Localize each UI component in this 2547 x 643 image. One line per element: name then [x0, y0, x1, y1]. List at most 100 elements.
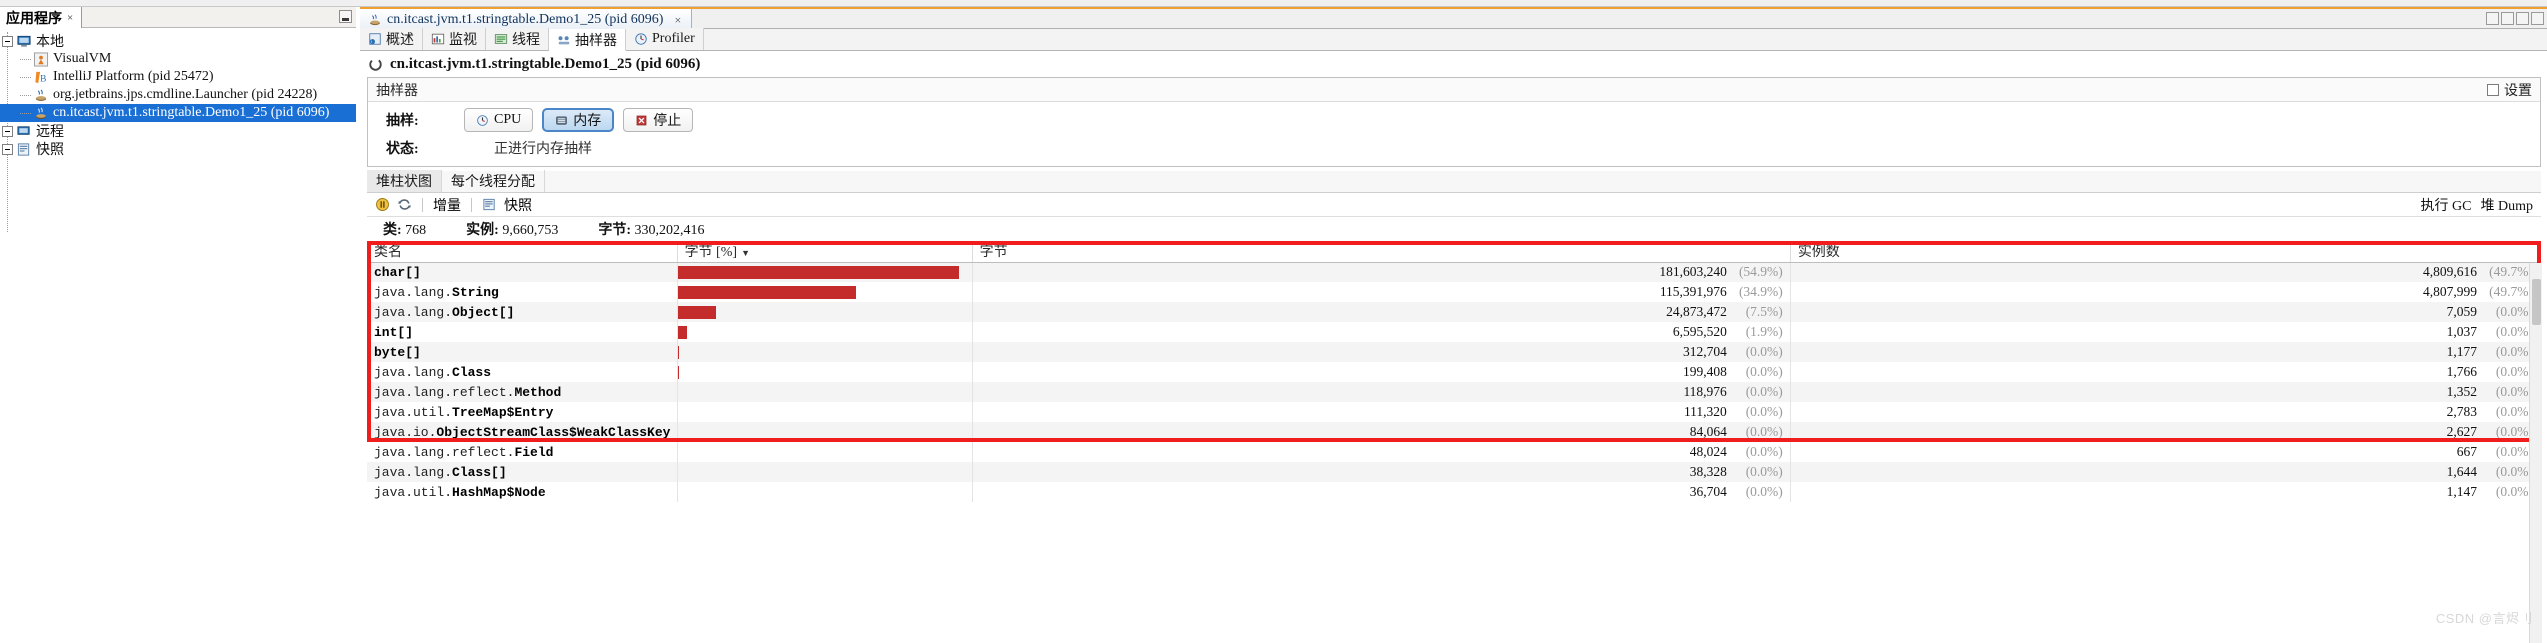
delta-button[interactable]: 增量	[433, 195, 461, 215]
col-instances[interactable]: 实例数	[1790, 241, 2542, 263]
cell-instances: 4,807,999 (49.7%)	[1790, 282, 2542, 302]
tree-node-remote-label: 远程	[36, 125, 64, 140]
table-row[interactable]: int[] 6,595,520 (1.9%) 1,037 (0.0%)	[367, 322, 2542, 342]
intellij-icon: B	[35, 71, 46, 84]
col-bytes[interactable]: 字节	[972, 241, 1791, 263]
collapse-icon[interactable]	[2, 35, 13, 47]
histogram-toolbar-right: 执行 GC 堆 Dump	[2421, 195, 2533, 215]
applications-tree[interactable]: 本地 VisualVM B IntelliJ Platform (pid 254…	[0, 28, 356, 232]
bytes-bar	[677, 345, 679, 359]
histogram-table[interactable]: 类名 字节 [%] ▼ 字节 实例数 char[] 181,603,240 (54.9…	[367, 241, 2542, 502]
cell-bytes: 111,320 (0.0%)	[972, 402, 1791, 422]
close-icon[interactable]: ×	[67, 12, 73, 24]
cell-class-name: char[]	[367, 262, 678, 282]
table-row[interactable]: java.lang.Object[] 24,873,472 (7.5%) 7,059(…	[367, 302, 2542, 322]
java-icon	[35, 107, 47, 119]
table-body[interactable]: char[] 181,603,240 (54.9%) 4,809,616 (49.7%)…	[367, 262, 2542, 502]
tab-per-thread-allocation[interactable]: 每个线程分配	[442, 170, 545, 192]
cell-instances: 1,352 (0.0%)	[1790, 382, 2542, 402]
classes-stat: 类: 768	[383, 219, 426, 239]
collapse-icon[interactable]	[2, 143, 13, 155]
tree-node-jps-launcher-label: org.jetbrains.jps.cmdline.Launcher (pid …	[53, 87, 318, 102]
tree-node-demo1-25[interactable]: cn.itcast.jvm.t1.stringtable.Demo1_25 (p…	[0, 104, 356, 122]
snapshot-button[interactable]: 快照	[504, 195, 532, 215]
tab-per-thread-allocation-label: 每个线程分配	[451, 175, 535, 190]
table-row[interactable]: java.util.HashMap$Node 36,704 (0.0%) 1,147(…	[367, 482, 2542, 502]
tree-node-intellij[interactable]: B IntelliJ Platform (pid 25472)	[0, 68, 356, 86]
toolbar-divider	[422, 197, 423, 212]
result-view-tabs[interactable]: 堆柱状图 每个线程分配	[367, 170, 2541, 193]
settings-label: 设置	[2504, 83, 2532, 99]
settings-toggle[interactable]: 设置	[2487, 80, 2532, 100]
col-class-name[interactable]: 类名	[367, 241, 678, 263]
view-tabs[interactable]: i 概述 监视 线程 抽样器 Profiler	[360, 28, 2547, 51]
classes-stat-value: 768	[405, 223, 427, 238]
memory-sampling-button[interactable]: 内存	[542, 108, 615, 132]
refresh-icon[interactable]	[397, 197, 412, 212]
tab-sampler-label: 抽样器	[575, 33, 617, 49]
tree-node-snapshots[interactable]: 快照	[0, 140, 356, 158]
close-icon[interactable]: ×	[674, 13, 681, 28]
stop-sampling-label: 停止	[653, 114, 682, 129]
collapse-icon[interactable]	[2, 125, 13, 137]
tab-monitor-label: 监视	[449, 33, 477, 48]
cell-bytes-bar	[677, 262, 973, 282]
cell-bytes-bar	[677, 302, 973, 322]
tree-node-jps-launcher[interactable]: org.jetbrains.jps.cmdline.Launcher (pid …	[0, 86, 356, 104]
cpu-sampling-button[interactable]: CPU	[464, 108, 534, 132]
table-scrollbar[interactable]	[2529, 263, 2542, 643]
tab-list-icon[interactable]	[2516, 12, 2529, 25]
tab-applications[interactable]: 应用程序 ×	[0, 7, 83, 28]
table-row[interactable]: java.lang.String 115,391,976 (34.9%) 4,807,…	[367, 282, 2542, 302]
maximize-icon[interactable]	[2531, 12, 2544, 25]
col-bytes-pct[interactable]: 字节 [%] ▼	[677, 241, 973, 263]
java-icon	[35, 89, 47, 101]
table-row[interactable]: java.util.TreeMap$Entry 111,320 (0.0%) 2,78…	[367, 402, 2542, 422]
scroll-right-icon[interactable]	[2501, 12, 2514, 25]
cell-bytes-bar	[677, 462, 973, 482]
perform-gc-button[interactable]: 执行 GC	[2421, 195, 2472, 215]
table-row[interactable]: java.lang.reflect.Field 48,024 (0.0%) 667 (0…	[367, 442, 2542, 462]
java-icon	[370, 14, 380, 26]
settings-checkbox[interactable]	[2487, 83, 2499, 96]
tab-profiler[interactable]: Profiler	[626, 28, 704, 50]
watermark-text: CSDN @言烬刂	[2435, 611, 2533, 626]
tab-heap-histogram[interactable]: 堆柱状图	[367, 170, 442, 192]
tree-node-remote[interactable]: 远程	[0, 122, 356, 140]
tab-applications-label: 应用程序	[6, 11, 62, 27]
tree-node-visualvm[interactable]: VisualVM	[0, 50, 356, 68]
sampling-controls-row: 抽样: CPU 内存 停止	[368, 102, 2540, 138]
tab-overview[interactable]: i 概述	[360, 28, 423, 50]
tab-threads[interactable]: 线程	[486, 28, 549, 50]
tree-branch-line	[20, 76, 31, 78]
sort-desc-icon[interactable]: ▼	[741, 248, 750, 258]
heap-dump-button[interactable]: 堆 Dump	[2481, 195, 2534, 215]
scroll-left-icon[interactable]	[2486, 12, 2499, 25]
table-row[interactable]: byte[] 312,704 (0.0%) 1,177 (0.0%)	[367, 342, 2542, 362]
table-row[interactable]: java.lang.reflect.Method 118,976 (0.0%) 1,3…	[367, 382, 2542, 402]
overview-icon: i	[369, 33, 381, 45]
cell-bytes: 312,704 (0.0%)	[972, 342, 1791, 362]
table-row[interactable]: java.io.ObjectStreamClass$WeakClassKey 84…	[367, 422, 2542, 442]
bytes-stat-label: 字节:	[598, 223, 632, 238]
table-row[interactable]: java.lang.Class 199,408 (0.0%) 1,766 (0.0%)	[367, 362, 2542, 382]
cell-class-name: int[]	[367, 322, 678, 342]
snapshot-icon[interactable]	[482, 197, 497, 212]
minimize-icon[interactable]	[339, 10, 352, 23]
cell-bytes-bar	[677, 322, 973, 342]
tree-node-local[interactable]: 本地	[0, 32, 356, 50]
table-row[interactable]: char[] 181,603,240 (54.9%) 4,809,616 (49.7%)	[367, 262, 2542, 282]
table-row[interactable]: java.lang.Class[] 38,328 (0.0%) 1,644 (0.0%)	[367, 462, 2542, 482]
stop-sampling-button[interactable]: 停止	[623, 108, 694, 132]
instances-stat-value: 9,660,753	[502, 223, 559, 238]
pause-icon[interactable]	[375, 197, 390, 212]
svg-text:i: i	[371, 39, 372, 44]
tree-node-snapshots-label: 快照	[36, 143, 64, 158]
tab-monitor[interactable]: 监视	[423, 28, 486, 50]
histogram-toolbar-left: 增量 快照	[375, 195, 532, 215]
profiler-icon	[635, 33, 647, 45]
tab-heap-histogram-label: 堆柱状图	[376, 175, 432, 190]
cell-bytes: 24,873,472 (7.5%)	[972, 302, 1791, 322]
scrollbar-thumb[interactable]	[2532, 279, 2541, 325]
tab-sampler[interactable]: 抽样器	[549, 29, 626, 51]
